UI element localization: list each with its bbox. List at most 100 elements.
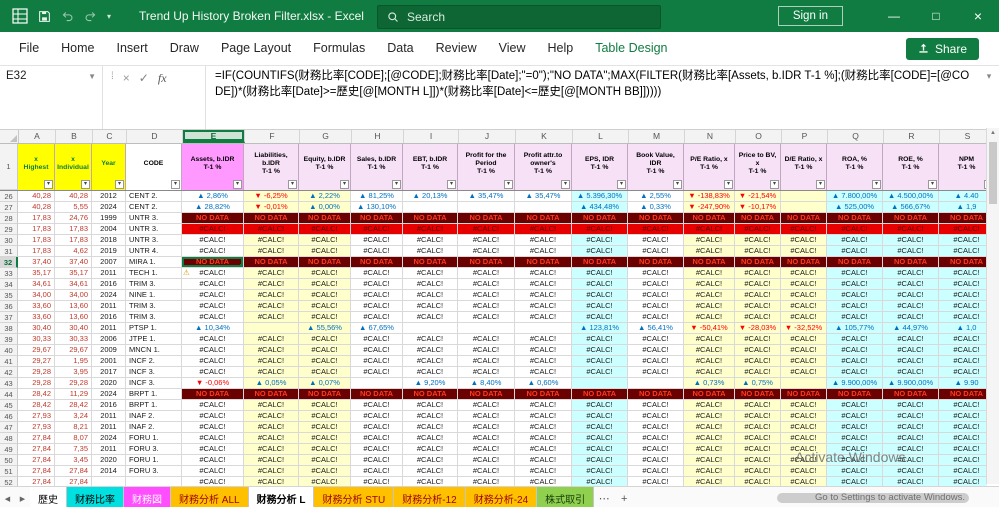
cell-S44[interactable]: NO DATA (939, 389, 987, 400)
cell-I32[interactable]: NO DATA (403, 257, 458, 268)
ribbon-tab-review[interactable]: Review (425, 32, 488, 65)
column-letter-I[interactable]: I (404, 130, 459, 143)
cell-E52[interactable]: #CALC! (182, 477, 244, 486)
cell-Q27[interactable]: ▲ 525,00% (827, 202, 883, 213)
cell-I29[interactable]: #CALC! (403, 224, 458, 235)
cell-E30[interactable]: #CALC! (182, 235, 244, 246)
cell-R48[interactable]: #CALC! (883, 433, 939, 444)
cell-N39[interactable]: #CALC! (684, 334, 735, 345)
cell-M32[interactable]: NO DATA (628, 257, 684, 268)
cell-L38[interactable]: ▲ 123,81% (572, 323, 628, 334)
cell-highest[interactable]: 27,93 (18, 411, 55, 422)
cell-individual[interactable]: 8,21 (55, 422, 92, 433)
cell-M38[interactable]: ▲ 56,41% (628, 323, 684, 334)
ribbon-tab-formulas[interactable]: Formulas (302, 32, 376, 65)
cell-R33[interactable]: #CALC! (883, 268, 939, 279)
cell-H32[interactable]: NO DATA (351, 257, 403, 268)
cell-S26[interactable]: ▲ 4.40 (939, 191, 987, 202)
cell-year[interactable]: 2024 (92, 389, 126, 400)
cell-year[interactable]: 1999 (92, 213, 126, 224)
cell-N40[interactable]: #CALC! (684, 345, 735, 356)
cell-J48[interactable]: #CALC! (458, 433, 515, 444)
cell-O29[interactable]: #CALC! (735, 224, 781, 235)
row-number[interactable]: 1 (0, 144, 18, 190)
cell-S42[interactable]: #CALC! (939, 367, 987, 378)
column-letter-N[interactable]: N (685, 130, 736, 143)
cell-G51[interactable]: #CALC! (299, 466, 351, 477)
row-number[interactable]: 47 (0, 422, 18, 433)
search-input[interactable]: Search (377, 5, 661, 29)
cell-K39[interactable]: #CALC! (515, 334, 572, 345)
cell-N37[interactable]: #CALC! (684, 312, 735, 323)
cell-S28[interactable]: NO DATA (939, 213, 987, 224)
cell-L49[interactable]: #CALC! (572, 444, 628, 455)
cell-I43[interactable]: ▲ 9,20% (403, 378, 458, 389)
cell-E33[interactable]: ⚠ #CALC! (182, 268, 244, 279)
sheet-nav-right-icon[interactable]: ▶ (15, 487, 30, 507)
cell-F37[interactable]: #CALC! (244, 312, 299, 323)
cell-G46[interactable]: #CALC! (299, 411, 351, 422)
cell-K44[interactable]: NO DATA (515, 389, 572, 400)
cell-year[interactable]: 2017 (92, 367, 126, 378)
cell-code[interactable]: UNTR 3. (126, 235, 182, 246)
cell-code[interactable]: TRIM 3. (126, 312, 182, 323)
filter-icon[interactable]: ▾ (340, 180, 349, 189)
cell-S40[interactable]: #CALC! (939, 345, 987, 356)
cell-P45[interactable]: #CALC! (781, 400, 827, 411)
cell-L42[interactable]: #CALC! (572, 367, 628, 378)
cell-N36[interactable]: #CALC! (684, 301, 735, 312)
cell-S33[interactable]: #CALC! (939, 268, 987, 279)
cell-M46[interactable]: #CALC! (628, 411, 684, 422)
sign-in-button[interactable]: Sign in (777, 6, 843, 26)
cell-P46[interactable]: #CALC! (781, 411, 827, 422)
cell-K51[interactable]: #CALC! (515, 466, 572, 477)
cell-P29[interactable]: #CALC! (781, 224, 827, 235)
cell-P36[interactable]: #CALC! (781, 301, 827, 312)
header-cell-B[interactable]: x Individual ▾ (55, 144, 92, 190)
column-letter-M[interactable]: M (629, 130, 685, 143)
cell-H33[interactable]: #CALC! (351, 268, 403, 279)
cell-F26[interactable]: ▼ -6,25% (244, 191, 299, 202)
cell-M40[interactable]: #CALC! (628, 345, 684, 356)
cell-N45[interactable]: #CALC! (684, 400, 735, 411)
cell-highest[interactable]: 27,84 (18, 455, 55, 466)
filter-icon[interactable]: ▾ (81, 180, 90, 189)
header-cell-N[interactable]: P/E Ratio, x T-1 % ▾ (684, 144, 735, 190)
cell-code[interactable]: FORU 3. (126, 466, 182, 477)
cell-O38[interactable]: ▼ -28,03% (735, 323, 781, 334)
cell-F35[interactable]: #CALC! (244, 290, 299, 301)
cell-G28[interactable]: NO DATA (299, 213, 351, 224)
cell-highest[interactable]: 28,42 (18, 389, 55, 400)
cell-code[interactable]: TECH 1. (126, 268, 182, 279)
cell-highest[interactable]: 17,83 (18, 246, 55, 257)
cell-R28[interactable]: NO DATA (883, 213, 939, 224)
cell-N51[interactable]: #CALC! (684, 466, 735, 477)
cell-L45[interactable]: #CALC! (572, 400, 628, 411)
cell-H29[interactable]: #CALC! (351, 224, 403, 235)
cell-S41[interactable]: #CALC! (939, 356, 987, 367)
cell-code[interactable]: INAF 2. (126, 411, 182, 422)
cell-S34[interactable]: #CALC! (939, 279, 987, 290)
row-number[interactable]: 38 (0, 323, 18, 334)
cell-N52[interactable]: #CALC! (684, 477, 735, 486)
cell-L44[interactable]: NO DATA (572, 389, 628, 400)
cell-P51[interactable]: #CALC! (781, 466, 827, 477)
cell-F48[interactable]: #CALC! (244, 433, 299, 444)
cell-L31[interactable]: #CALC! (572, 246, 628, 257)
cell-M26[interactable]: ▲ 2,55% (628, 191, 684, 202)
ribbon-tab-table-design[interactable]: Table Design (584, 32, 678, 65)
ribbon-tab-view[interactable]: View (488, 32, 537, 65)
cell-L36[interactable]: #CALC! (572, 301, 628, 312)
cell-Q46[interactable]: #CALC! (827, 411, 883, 422)
cell-I27[interactable] (403, 202, 458, 213)
header-cell-A[interactable]: x Highest ▾ (18, 144, 55, 190)
cell-E47[interactable]: #CALC! (182, 422, 244, 433)
filter-icon[interactable]: ▾ (233, 180, 242, 189)
row-number[interactable]: 46 (0, 411, 18, 422)
cell-highest[interactable]: 34,61 (18, 279, 55, 290)
cell-code[interactable]: INCF 3. (126, 378, 182, 389)
cell-R37[interactable]: #CALC! (883, 312, 939, 323)
cell-K35[interactable]: #CALC! (515, 290, 572, 301)
cell-I42[interactable]: #CALC! (403, 367, 458, 378)
cell-highest[interactable]: 27,84 (18, 477, 55, 486)
